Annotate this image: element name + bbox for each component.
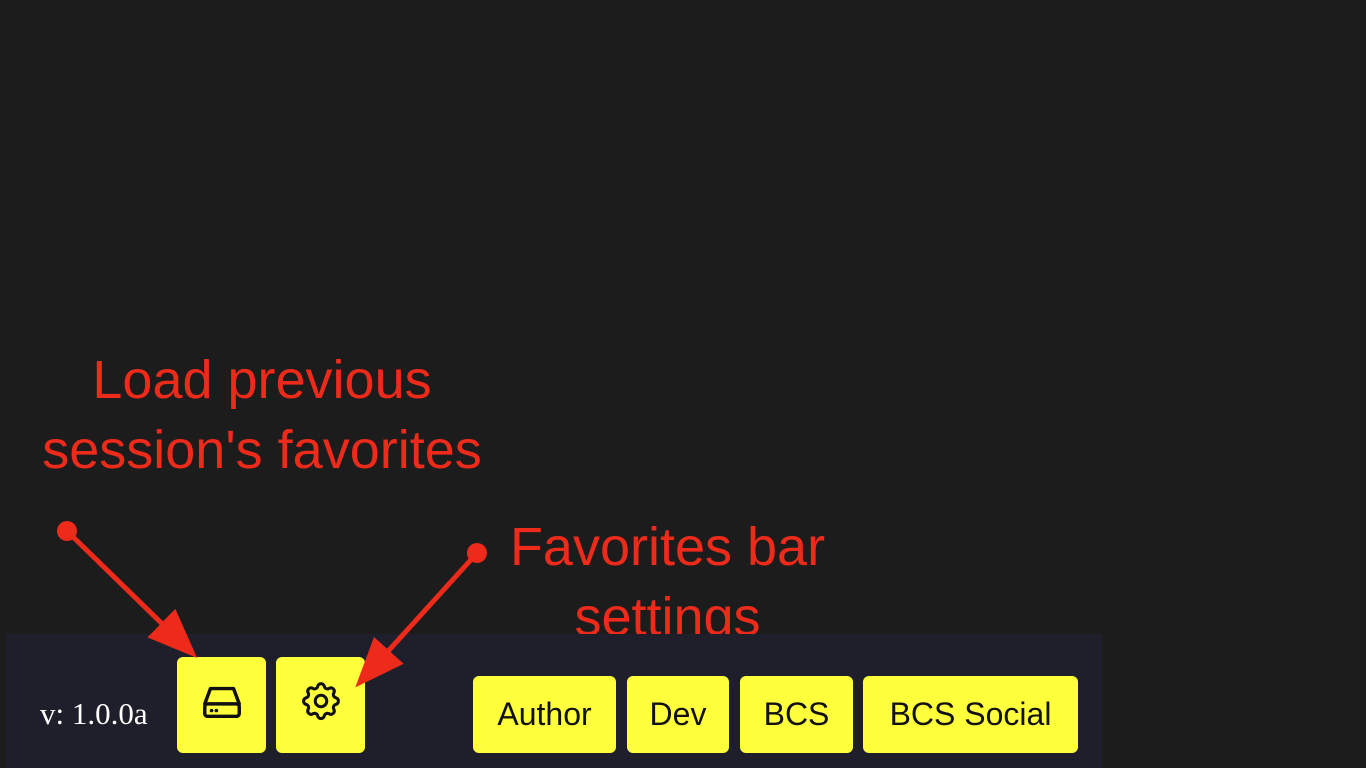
favorite-bcs-social-button[interactable]: BCS Social — [863, 676, 1078, 753]
app-screen: Load previous session's favorites Favori… — [0, 0, 1366, 768]
hard-drive-icon — [199, 678, 245, 724]
favorite-author-button[interactable]: Author — [473, 676, 616, 753]
annotation-line: Load previous — [92, 350, 432, 410]
annotation-line: session's favorites — [42, 420, 482, 480]
favorite-dev-button[interactable]: Dev — [627, 676, 729, 753]
gear-icon — [298, 678, 344, 724]
version-label: v: 1.0.0a — [40, 696, 148, 731]
annotation-line: Favorites bar — [509, 517, 826, 577]
favorites-settings-button[interactable] — [276, 657, 365, 753]
load-previous-favorites-button[interactable] — [177, 657, 266, 753]
settings-annotation: Favorites bar settings — [490, 512, 845, 652]
favorite-bcs-button[interactable]: BCS — [740, 676, 853, 753]
load-annotation-arrow — [57, 521, 198, 658]
load-favorites-annotation: Load previous session's favorites — [12, 345, 512, 485]
